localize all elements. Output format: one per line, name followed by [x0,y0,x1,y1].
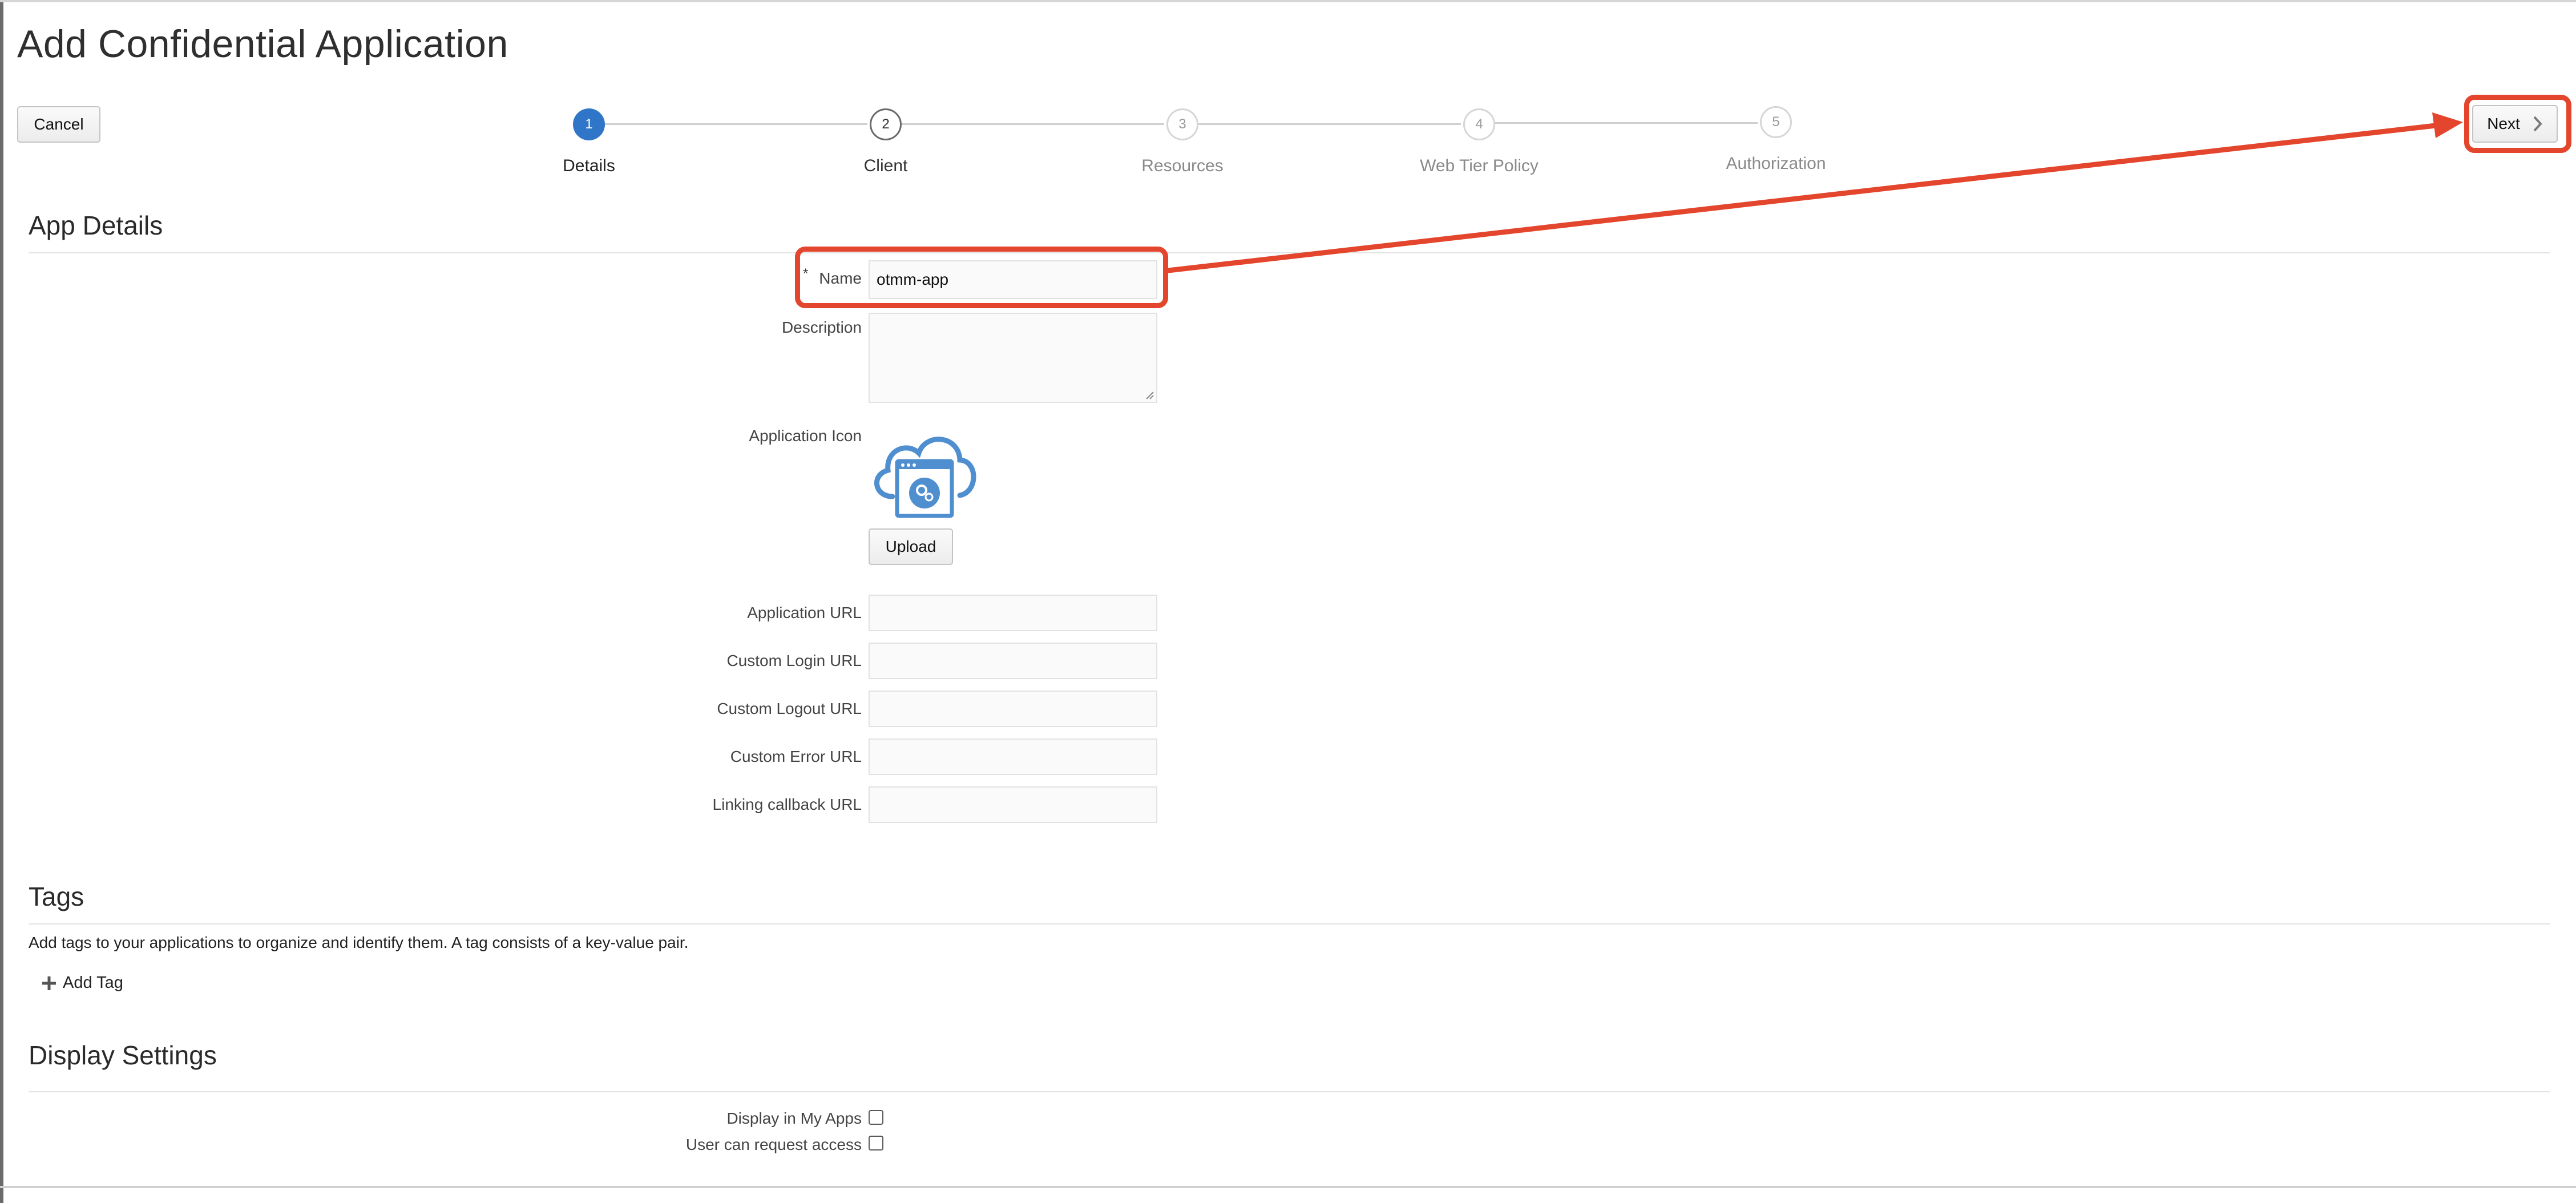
page: Add Confidential Application Cancel 1 De… [0,0,2576,1203]
annotation-arrow [1165,112,2463,273]
